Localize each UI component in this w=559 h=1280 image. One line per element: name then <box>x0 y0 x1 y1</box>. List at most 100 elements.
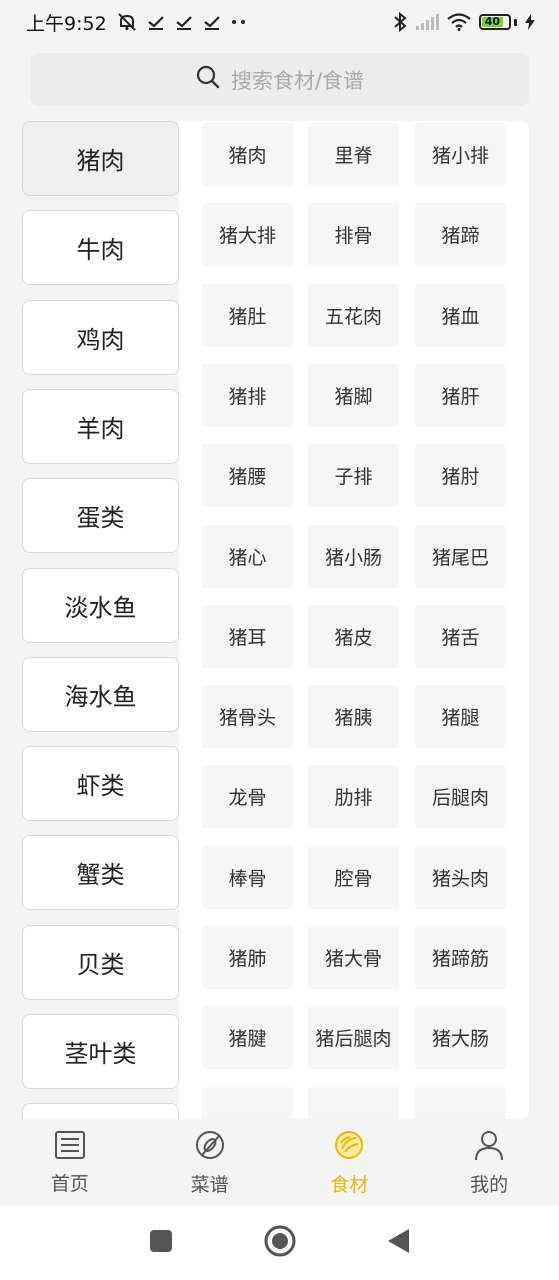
back-triangle-icon[interactable] <box>387 1228 411 1258</box>
profile-icon <box>474 1129 504 1166</box>
ingredient-item[interactable]: 猪皮 <box>308 604 399 668</box>
ingredient-item[interactable] <box>308 1086 399 1119</box>
category-label: 虾类 <box>76 772 125 801</box>
recipe-compass-icon <box>194 1129 226 1166</box>
nav-home-label: 首页 <box>50 1173 89 1195</box>
category-item[interactable]: 蟹类 <box>22 835 179 911</box>
ingredient-item[interactable] <box>415 1086 506 1119</box>
battery-tip <box>514 18 517 26</box>
ingredient-item[interactable]: 猪大肠 <box>415 1006 506 1070</box>
battery-icon: 40 <box>479 14 517 30</box>
ingredient-item[interactable]: 五花肉 <box>308 283 399 347</box>
category-item[interactable]: 蛋类 <box>22 478 179 554</box>
ingredient-item[interactable]: 里脊 <box>308 123 399 186</box>
bluetooth-icon <box>393 12 407 32</box>
ingredient-item[interactable]: 龙骨 <box>202 765 293 829</box>
ingredient-item[interactable]: 棒骨 <box>202 845 293 909</box>
category-item[interactable]: 虾类 <box>22 746 179 822</box>
search-placeholder: 搜索食材/食谱 <box>230 68 365 93</box>
ingredient-item[interactable]: 猪蹄 <box>415 203 506 267</box>
signal-icon <box>415 14 439 30</box>
ingredient-item[interactable]: 猪脚 <box>308 363 399 427</box>
check-icon <box>147 13 165 31</box>
nav-recipes[interactable]: 菜谱 <box>140 1120 280 1206</box>
ingredient-item[interactable]: 猪肚 <box>202 283 293 347</box>
recent-apps-icon[interactable] <box>149 1229 173 1257</box>
category-label: 贝类 <box>76 950 125 979</box>
ingredient-item[interactable]: 猪腰 <box>202 444 293 508</box>
ingredient-item[interactable]: 后腿肉 <box>415 765 506 829</box>
ingredient-item[interactable]: 猪头肉 <box>415 845 506 909</box>
battery-body: 40 <box>479 14 511 30</box>
home-circle-icon[interactable] <box>263 1224 297 1262</box>
category-item[interactable]: 鸡肉 <box>22 299 179 375</box>
category-label: 猪肉 <box>76 147 125 175</box>
ingredient-item[interactable] <box>202 1086 293 1119</box>
category-item[interactable]: 牛肉 <box>22 210 179 286</box>
ingredient-item[interactable]: 猪后腿肉 <box>308 1006 399 1070</box>
nav-recipes-label: 菜谱 <box>190 1174 229 1196</box>
status-right: 40 <box>393 12 535 32</box>
ingredient-item[interactable]: 猪小排 <box>415 123 506 186</box>
category-label: 牛肉 <box>76 236 125 265</box>
category-item[interactable]: 茎叶类 <box>22 1014 179 1089</box>
ingredient-item[interactable]: 猪骨头 <box>202 685 293 749</box>
category-label: 羊肉 <box>76 414 125 443</box>
ingredient-item[interactable]: 猪大骨 <box>308 926 399 989</box>
ingredient-item[interactable]: 子排 <box>308 444 399 508</box>
category-item[interactable]: 贝类 <box>22 924 179 1000</box>
app-root: 上午9:52 40 搜索食材/食谱 猪肉 牛肉 鸡肉 羊肉 蛋类 淡水鱼 海水鱼… <box>0 0 559 1280</box>
category-item[interactable]: 猪肉 <box>22 121 179 196</box>
ingredient-item[interactable]: 猪血 <box>415 283 506 347</box>
check-icon <box>203 13 221 31</box>
ingredient-item[interactable]: 猪心 <box>202 524 293 588</box>
check-icon <box>175 13 193 31</box>
search-bar[interactable]: 搜索食材/食谱 <box>30 53 529 106</box>
category-label: 鸡肉 <box>76 325 125 354</box>
ingredient-item[interactable]: 猪排 <box>202 363 293 427</box>
bottom-nav: 首页 菜谱 食材 我的 <box>0 1120 559 1206</box>
category-list: 猪肉牛肉鸡肉羊肉蛋类淡水鱼海水鱼虾类蟹类贝类茎叶类 <box>22 121 179 1119</box>
ingredient-item[interactable]: 猪腿 <box>415 685 506 749</box>
nav-ingredients[interactable]: 食材 <box>280 1120 420 1206</box>
ingredient-item[interactable]: 猪肉 <box>202 123 293 186</box>
category-item[interactable] <box>22 1103 179 1119</box>
system-nav <box>0 1206 559 1280</box>
status-left: 上午9:52 <box>26 9 247 36</box>
category-item[interactable]: 海水鱼 <box>22 656 179 732</box>
ingredient-item[interactable]: 腔骨 <box>308 845 399 909</box>
category-label: 蛋类 <box>76 504 125 533</box>
ingredient-item[interactable]: 猪小肠 <box>308 524 399 588</box>
ingredient-item[interactable]: 猪大排 <box>202 203 293 267</box>
dots-icon <box>231 18 247 26</box>
category-item[interactable]: 淡水鱼 <box>22 567 179 643</box>
category-label: 蟹类 <box>76 861 125 890</box>
nav-ingredients-label: 食材 <box>330 1174 369 1196</box>
ingredient-item[interactable]: 猪肘 <box>415 444 506 508</box>
ingredient-item[interactable]: 猪蹄筋 <box>415 926 506 989</box>
ingredient-item[interactable]: 猪尾巴 <box>415 524 506 588</box>
ingredient-grid: 猪肉 里脊 猪小排猪大排 排骨 猪蹄猪肚 五花肉 猪血猪排 猪脚 猪肝猪腰 子排 猪肘猪心 猪小肠 猪尾… <box>179 121 529 1119</box>
ingredient-item[interactable]: 猪舌 <box>415 604 506 668</box>
ingredient-item[interactable]: 猪肝 <box>415 363 506 427</box>
wifi-icon <box>447 13 471 31</box>
nav-profile-label: 我的 <box>470 1174 509 1196</box>
battery-level: 40 <box>482 16 503 27</box>
home-list-icon <box>54 1130 86 1165</box>
nav-home[interactable]: 首页 <box>0 1120 140 1206</box>
nav-profile[interactable]: 我的 <box>419 1120 559 1206</box>
category-label: 海水鱼 <box>64 682 137 711</box>
ingredient-item[interactable]: 肋排 <box>308 765 399 829</box>
charging-icon <box>525 14 535 30</box>
ingredient-item[interactable]: 猪肺 <box>202 926 293 989</box>
ingredient-item[interactable]: 猪耳 <box>202 604 293 668</box>
status-time: 上午9:52 <box>26 12 107 35</box>
ingredient-item[interactable]: 排骨 <box>308 203 399 267</box>
ingredient-item[interactable]: 猪胰 <box>308 685 399 749</box>
ingredient-cabbage-icon <box>332 1129 366 1166</box>
ingredient-item[interactable]: 猪腱 <box>202 1006 293 1070</box>
status-bar: 上午9:52 40 <box>0 0 559 44</box>
search-icon <box>195 64 221 95</box>
category-item[interactable]: 羊肉 <box>22 388 179 464</box>
category-label: 淡水鱼 <box>64 593 137 622</box>
